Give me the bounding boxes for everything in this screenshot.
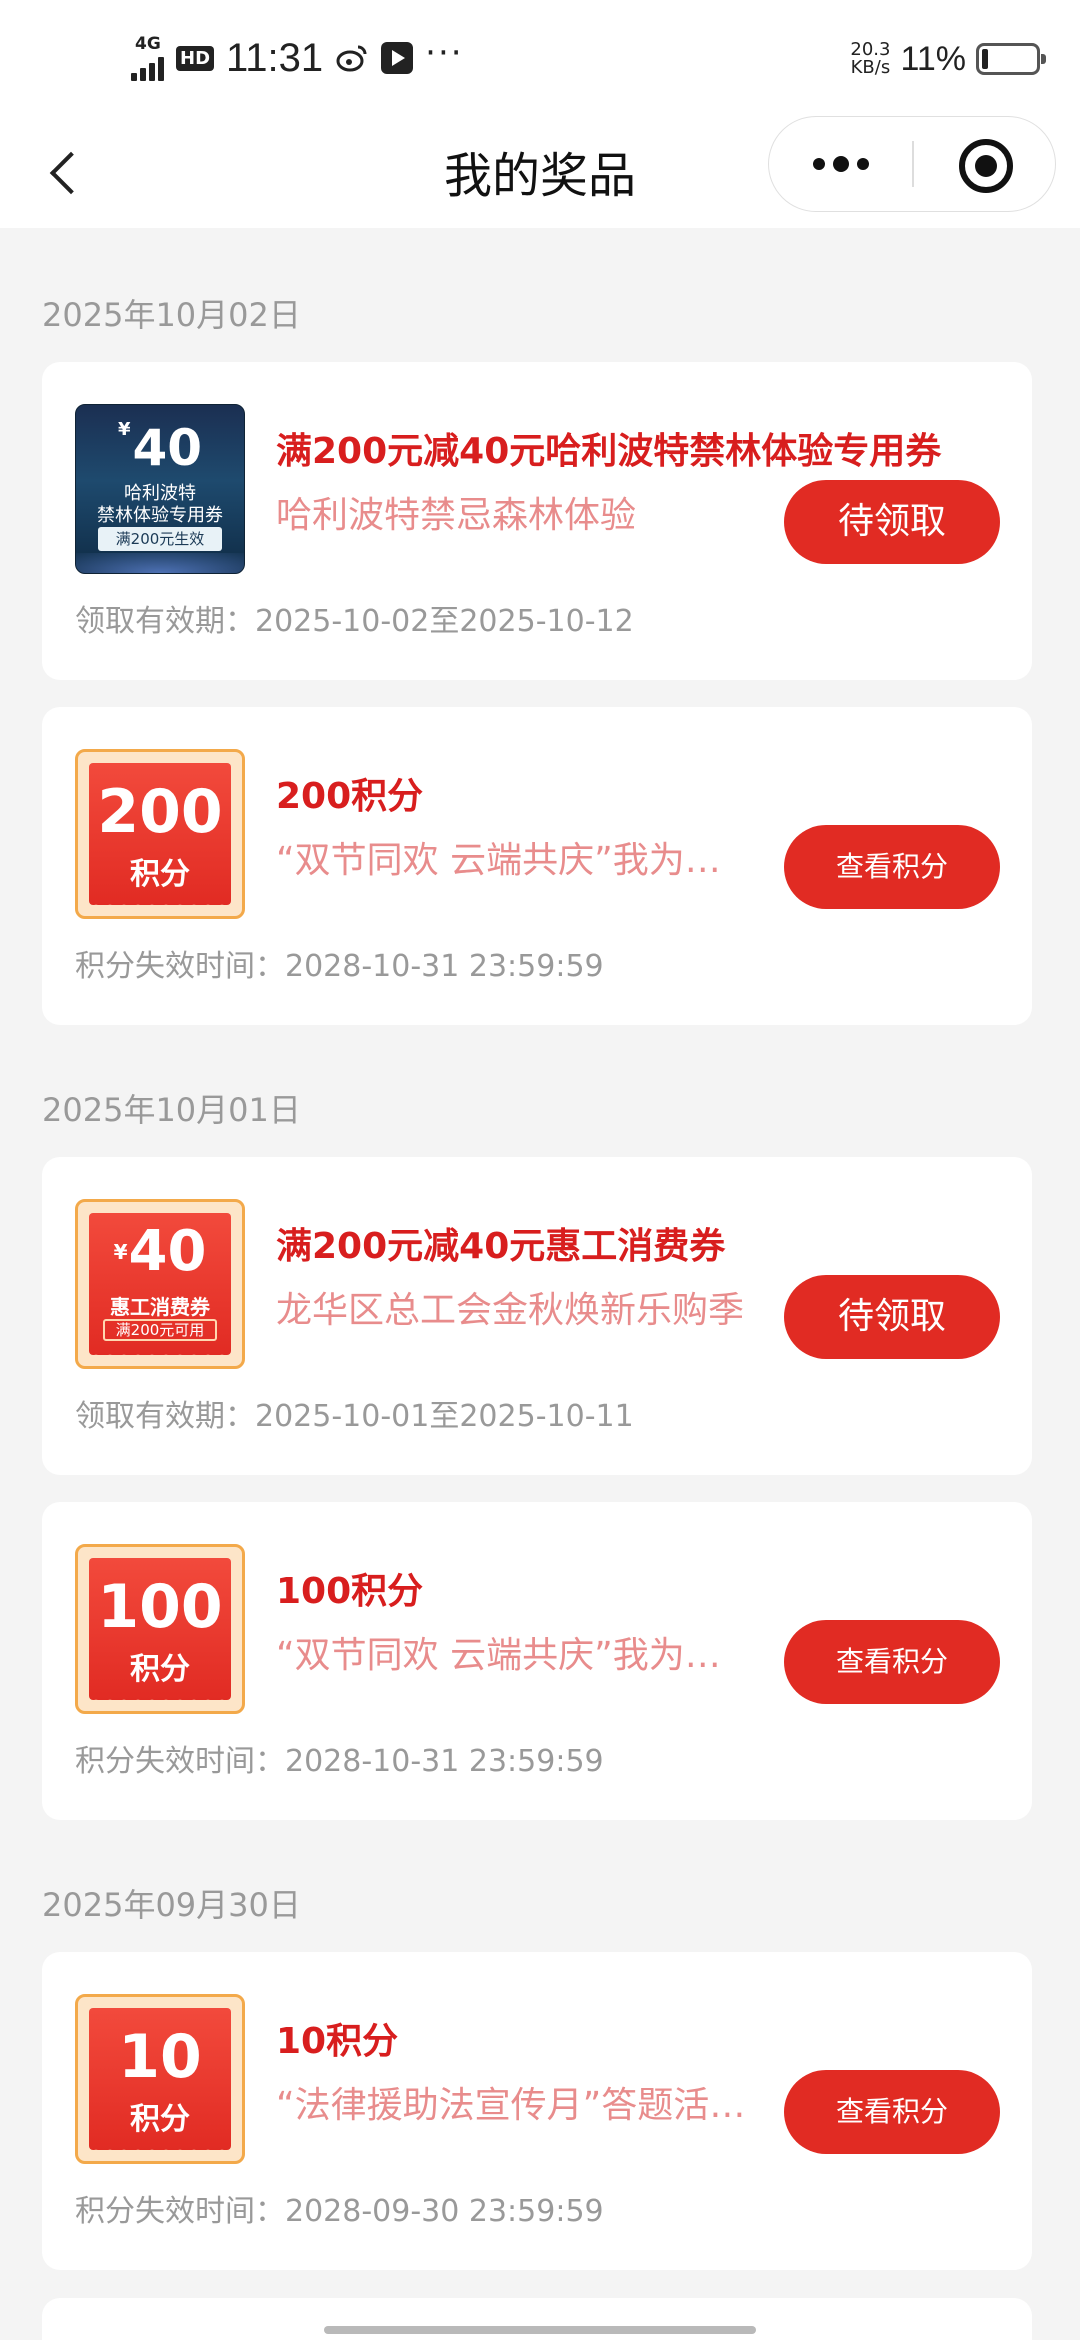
expiry-time: 积分失效时间：2028-10-31 23:59:59 [75, 949, 604, 984]
currency-symbol: ¥ [117, 419, 131, 440]
more-notifications-icon: ··· [425, 33, 464, 73]
status-bar: 4G HD 11:31 ··· 20.3 KB/s 11% [0, 0, 1080, 116]
weibo-icon [335, 41, 369, 75]
prize-card: 100 积分 100积分 “双节同欢 云端共庆”我为深圳工会开启十月的第一个工会… [42, 1502, 1032, 1820]
coupon-amount: 40 [132, 419, 203, 477]
status-right: 20.3 KB/s 11% [850, 36, 1046, 82]
points-amount: 200 [97, 777, 223, 847]
points-label: 积分 [130, 1652, 190, 1687]
prize-title: 满200元减40元哈利波特禁林体验专用券 [276, 431, 942, 472]
prize-description: “双节同欢 云端共庆”我为深圳工会开启十月的第一个工会知识答题活动 [276, 840, 756, 881]
capsule-divider [912, 141, 914, 187]
coupon-thumb-line2: 禁林体验专用券 [97, 505, 223, 526]
prize-card: ¥40 哈利波特 禁林体验专用券 满200元生效 满200元减40元哈利波特禁林… [42, 362, 1032, 680]
coupon-type-label: 惠工消费券 [110, 1295, 210, 1319]
close-miniprogram-button[interactable] [959, 139, 1013, 193]
network-type: 4G [135, 34, 161, 54]
prize-title: 200积分 [276, 776, 424, 817]
coupon-amount: 40 [128, 1219, 207, 1284]
points-label: 积分 [130, 2102, 190, 2137]
prize-description: 哈利波特禁忌森林体验 [276, 495, 637, 536]
date-header: 2025年10月01日 [42, 1091, 301, 1129]
prize-title: 10积分 [276, 2021, 399, 2062]
more-menu-button[interactable] [769, 117, 913, 211]
net-speed: 20.3 KB/s [850, 41, 890, 77]
points-thumbnail: 100 积分 [75, 1544, 245, 1714]
signal-icon: 4G [131, 34, 164, 81]
view-points-button[interactable]: 查看积分 [784, 1620, 1000, 1704]
nav-bar: 我的奖品 [0, 116, 1080, 228]
coupon-thumbnail: ¥40 哈利波特 禁林体验专用券 满200元生效 [75, 404, 245, 574]
prize-title: 满200元减40元惠工消费券 [276, 1226, 726, 1267]
validity-period: 领取有效期：2025-10-01至2025-10-11 [75, 1399, 634, 1434]
prize-card: ¥40 惠工消费券 满200元可用 满200元减40元惠工消费券 龙华区总工会金… [42, 1157, 1032, 1475]
coupon-condition: 满200元可用 [103, 1319, 217, 1341]
claim-button[interactable]: 待领取 [784, 1275, 1000, 1359]
points-thumbnail: 200 积分 [75, 749, 245, 919]
prize-title: 100积分 [276, 1571, 424, 1612]
coupon-condition: 满200元生效 [98, 527, 222, 551]
points-amount: 10 [118, 2022, 202, 2092]
net-speed-unit: KB/s [850, 57, 891, 78]
expiry-time: 积分失效时间：2028-10-31 23:59:59 [75, 1744, 604, 1779]
prize-description: “双节同欢 云端共庆”我为深圳工会开启十月的第一个工会知识答题活动 [276, 1635, 756, 1676]
validity-period: 领取有效期：2025-10-02至2025-10-12 [75, 604, 634, 639]
clock: 11:31 [226, 35, 324, 80]
miniprogram-capsule [768, 116, 1056, 212]
battery-icon [976, 43, 1046, 75]
points-thumbnail: 10 积分 [75, 1994, 245, 2164]
points-amount: 100 [97, 1572, 223, 1642]
view-points-button[interactable]: 查看积分 [784, 2070, 1000, 2154]
status-left: 4G HD 11:31 ··· [131, 32, 464, 84]
prize-description: 龙华区总工会金秋焕新乐购季 [276, 1290, 745, 1331]
coupon-thumbnail: ¥40 惠工消费券 满200元可用 [75, 1199, 245, 1369]
prize-description: “法律援助法宣传月”答题活动知识竞赛 [276, 2085, 756, 2126]
prize-card: 10 积分 10积分 “法律援助法宣传月”答题活动知识竞赛 查看积分 积分失效时… [42, 1952, 1032, 2270]
prize-card: 200 积分 200积分 “双节同欢 云端共庆”我为深圳工会开启十月的第一个工会… [42, 707, 1032, 1025]
video-app-icon [381, 42, 414, 74]
currency-symbol: ¥ [113, 1240, 128, 1264]
points-label: 积分 [130, 857, 190, 892]
expiry-time: 积分失效时间：2028-09-30 23:59:59 [75, 2194, 604, 2229]
view-points-button[interactable]: 查看积分 [784, 825, 1000, 909]
claim-button[interactable]: 待领取 [784, 480, 1000, 564]
date-header: 2025年10月02日 [42, 296, 301, 334]
home-indicator[interactable] [324, 2326, 756, 2334]
hd-icon: HD [176, 45, 215, 71]
date-header: 2025年09月30日 [42, 1886, 301, 1924]
battery-percent: 11% [900, 39, 966, 78]
